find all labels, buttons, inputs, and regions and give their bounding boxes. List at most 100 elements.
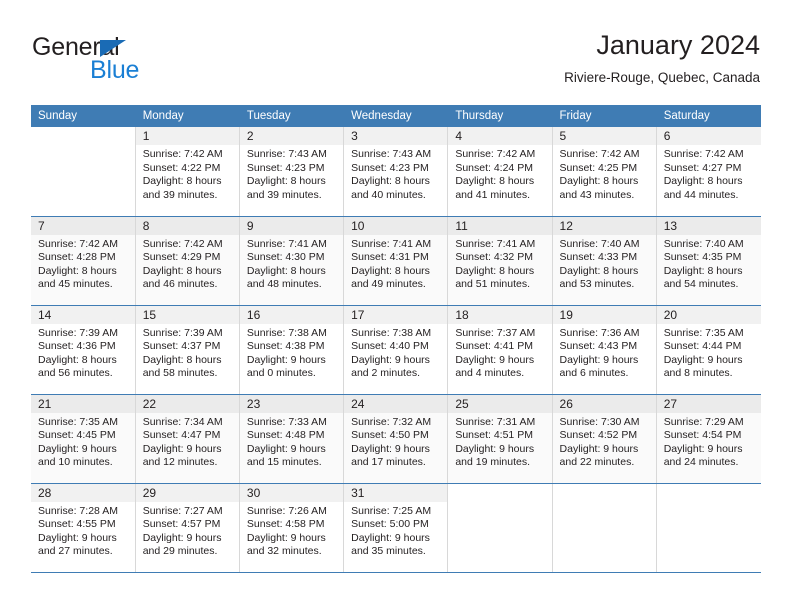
- day-detail-line: Sunrise: 7:42 AM: [559, 148, 640, 160]
- calendar-day-cell[interactable]: 7 Sunrise: 7:42 AM Sunset: 4:28 PM Daylight…: [31, 216, 136, 306]
- calendar-day-cell[interactable]: 23 Sunrise: 7:33 AM Sunset: 4:48 PM Dayligh…: [239, 394, 345, 484]
- day-number: 16: [239, 305, 344, 324]
- day-detail-line: Sunset: 4:35 PM: [663, 251, 742, 264]
- calendar-day-cell[interactable]: 19 Sunrise: 7:36 AM Sunset: 4:43 PM Dayligh…: [552, 305, 657, 395]
- calendar-empty-cell: [447, 483, 553, 573]
- day-details: Sunrise: 7:42 AM Sunset: 4:27 PM Daylight:…: [657, 145, 761, 202]
- title-block: January 2024 Riviere-Rouge, Quebec, Cana…: [564, 28, 760, 88]
- day-detail-line: Sunrise: 7:37 AM: [455, 326, 536, 339]
- day-detail-line: Sunrise: 7:40 AM: [559, 237, 640, 250]
- day-number: 20: [656, 305, 761, 324]
- weekday-header-wednesday: Wednesday: [343, 105, 449, 127]
- day-detail-line: and 40 minutes.: [351, 188, 426, 201]
- day-details: Sunrise: 7:42 AM Sunset: 4:24 PM Daylight:…: [448, 145, 551, 202]
- day-number: 3: [344, 127, 448, 145]
- day-detail-line: Sunset: 4:37 PM: [142, 340, 221, 353]
- day-detail-line: Daylight: 9 hours: [38, 531, 117, 544]
- weekday-header-row: Sunday Monday Tuesday Wednesday Thursday…: [31, 105, 762, 127]
- day-details: Sunrise: 7:32 AM Sunset: 4:50 PM Daylight:…: [344, 413, 447, 470]
- calendar-day-cell[interactable]: 24 Sunrise: 7:32 AM Sunset: 4:50 PM Dayligh…: [343, 394, 449, 484]
- day-detail-line: Sunrise: 7:35 AM: [663, 326, 744, 339]
- day-detail-line: and 6 minutes.: [559, 367, 629, 380]
- calendar-day-cell[interactable]: 16 Sunrise: 7:38 AM Sunset: 4:38 PM Dayligh…: [239, 305, 345, 395]
- calendar-table: Sunday Monday Tuesday Wednesday Thursday…: [31, 105, 762, 573]
- calendar-day-cell[interactable]: 15 Sunrise: 7:39 AM Sunset: 4:37 PM Dayligh…: [135, 305, 240, 395]
- day-detail-line: Daylight: 8 hours: [38, 353, 117, 366]
- weekday-header-saturday: Saturday: [656, 105, 762, 127]
- day-detail-line: and 22 minutes.: [559, 456, 635, 469]
- calendar-day-cell[interactable]: 12 Sunrise: 7:40 AM Sunset: 4:33 PM Dayligh…: [552, 216, 657, 306]
- calendar-day-cell[interactable]: 28 Sunrise: 7:28 AM Sunset: 4:55 PM Dayligh…: [31, 483, 136, 573]
- day-detail-line: Daylight: 8 hours: [142, 175, 222, 188]
- day-detail-line: and 2 minutes.: [351, 367, 420, 380]
- calendar-day-cell[interactable]: 11 Sunrise: 7:41 AM Sunset: 4:32 PM Dayligh…: [447, 216, 553, 306]
- day-detail-line: Sunrise: 7:30 AM: [559, 415, 640, 428]
- calendar-day-cell[interactable]: 9 Sunrise: 7:41 AM Sunset: 4:30 PM Daylight…: [239, 216, 345, 306]
- calendar-day-cell[interactable]: 2 Sunrise: 7:43 AM Sunset: 4:23 PM Daylight…: [239, 127, 345, 217]
- day-detail-line: Sunset: 4:24 PM: [455, 161, 533, 174]
- day-detail-line: Daylight: 9 hours: [351, 442, 430, 455]
- calendar-day-cell[interactable]: 17 Sunrise: 7:38 AM Sunset: 4:40 PM Dayligh…: [343, 305, 449, 395]
- calendar-day-cell[interactable]: 6 Sunrise: 7:42 AM Sunset: 4:27 PM Daylight…: [656, 127, 761, 217]
- day-details: [448, 502, 551, 505]
- day-details: Sunrise: 7:25 AM Sunset: 5:00 PM Daylight:…: [344, 502, 447, 559]
- day-number: 22: [135, 394, 239, 413]
- day-number: [657, 484, 761, 502]
- calendar-header-row: Sunday Monday Tuesday Wednesday Thursday…: [31, 105, 762, 127]
- day-number: 10: [344, 216, 448, 235]
- calendar-day-cell[interactable]: 30 Sunrise: 7:26 AM Sunset: 4:58 PM Dayligh…: [239, 483, 345, 573]
- calendar-day-cell[interactable]: 31 Sunrise: 7:25 AM Sunset: 5:00 PM Dayligh…: [343, 483, 449, 573]
- day-number: 26: [552, 394, 656, 413]
- day-detail-line: Sunrise: 7:38 AM: [246, 326, 327, 339]
- day-number: 5: [552, 127, 656, 145]
- day-number: 8: [135, 216, 239, 235]
- day-detail-line: Daylight: 9 hours: [351, 353, 430, 366]
- day-detail-line: Daylight: 9 hours: [246, 531, 326, 544]
- day-detail-line: Sunrise: 7:31 AM: [455, 415, 536, 428]
- day-detail-line: Sunset: 5:00 PM: [351, 518, 429, 531]
- calendar-day-cell[interactable]: 27 Sunrise: 7:29 AM Sunset: 4:54 PM Dayligh…: [656, 394, 761, 484]
- calendar-day-cell[interactable]: 1 Sunrise: 7:42 AM Sunset: 4:22 PM Daylight…: [135, 127, 240, 217]
- calendar-day-cell[interactable]: 14 Sunrise: 7:39 AM Sunset: 4:36 PM Dayligh…: [31, 305, 136, 395]
- day-details: [31, 145, 135, 148]
- day-number: 1: [135, 127, 239, 145]
- day-detail-line: Sunrise: 7:42 AM: [663, 148, 744, 160]
- day-details: Sunrise: 7:42 AM Sunset: 4:29 PM Daylight:…: [136, 235, 239, 292]
- day-number: [448, 484, 551, 502]
- calendar-day-cell[interactable]: 26 Sunrise: 7:30 AM Sunset: 4:52 PM Dayligh…: [552, 394, 657, 484]
- calendar-day-cell[interactable]: 4 Sunrise: 7:42 AM Sunset: 4:24 PM Daylight…: [447, 127, 553, 217]
- day-detail-line: Sunset: 4:38 PM: [246, 340, 325, 353]
- day-number: 13: [656, 216, 761, 235]
- day-number: 12: [552, 216, 656, 235]
- calendar-day-cell[interactable]: 20 Sunrise: 7:35 AM Sunset: 4:44 PM Dayligh…: [656, 305, 761, 395]
- day-detail-line: and 45 minutes.: [38, 278, 113, 291]
- calendar-body: 1 Sunrise: 7:42 AM Sunset: 4:22 PM Daylight…: [31, 127, 761, 573]
- calendar-day-cell[interactable]: 25 Sunrise: 7:31 AM Sunset: 4:51 PM Dayligh…: [447, 394, 553, 484]
- day-details: [553, 502, 656, 505]
- day-number: [31, 127, 135, 145]
- day-detail-line: Daylight: 8 hours: [351, 264, 430, 277]
- calendar-day-cell[interactable]: 8 Sunrise: 7:42 AM Sunset: 4:29 PM Daylight…: [135, 216, 240, 306]
- calendar-day-cell[interactable]: 22 Sunrise: 7:34 AM Sunset: 4:47 PM Dayligh…: [135, 394, 240, 484]
- calendar-empty-cell: [656, 483, 761, 573]
- calendar-day-cell[interactable]: 18 Sunrise: 7:37 AM Sunset: 4:41 PM Dayligh…: [447, 305, 553, 395]
- calendar-day-cell[interactable]: 13 Sunrise: 7:40 AM Sunset: 4:35 PM Dayligh…: [656, 216, 761, 306]
- day-detail-line: Daylight: 8 hours: [142, 353, 222, 366]
- day-detail-line: Daylight: 8 hours: [663, 264, 743, 277]
- day-detail-line: and 39 minutes.: [246, 188, 322, 201]
- blue-triangle-icon: [100, 40, 126, 57]
- day-detail-line: Sunset: 4:44 PM: [663, 340, 742, 353]
- calendar-day-cell[interactable]: 21 Sunrise: 7:35 AM Sunset: 4:45 PM Dayligh…: [31, 394, 136, 484]
- day-detail-line: and 56 minutes.: [38, 367, 113, 380]
- calendar-day-cell[interactable]: 5 Sunrise: 7:42 AM Sunset: 4:25 PM Daylight…: [552, 127, 657, 217]
- calendar-day-cell[interactable]: 10 Sunrise: 7:41 AM Sunset: 4:31 PM Dayligh…: [343, 216, 449, 306]
- calendar-day-cell[interactable]: 29 Sunrise: 7:27 AM Sunset: 4:57 PM Dayligh…: [135, 483, 240, 573]
- day-detail-line: Sunset: 4:25 PM: [559, 161, 638, 174]
- weekday-header-monday: Monday: [135, 105, 240, 127]
- general-blue-logo[interactable]: General Blue: [32, 33, 262, 89]
- calendar-day-cell[interactable]: 3 Sunrise: 7:43 AM Sunset: 4:23 PM Daylight…: [343, 127, 449, 217]
- day-details: Sunrise: 7:39 AM Sunset: 4:36 PM Daylight:…: [31, 324, 135, 381]
- day-number: 7: [31, 216, 135, 235]
- day-detail-line: Sunrise: 7:25 AM: [351, 504, 432, 517]
- day-number: 25: [448, 394, 552, 413]
